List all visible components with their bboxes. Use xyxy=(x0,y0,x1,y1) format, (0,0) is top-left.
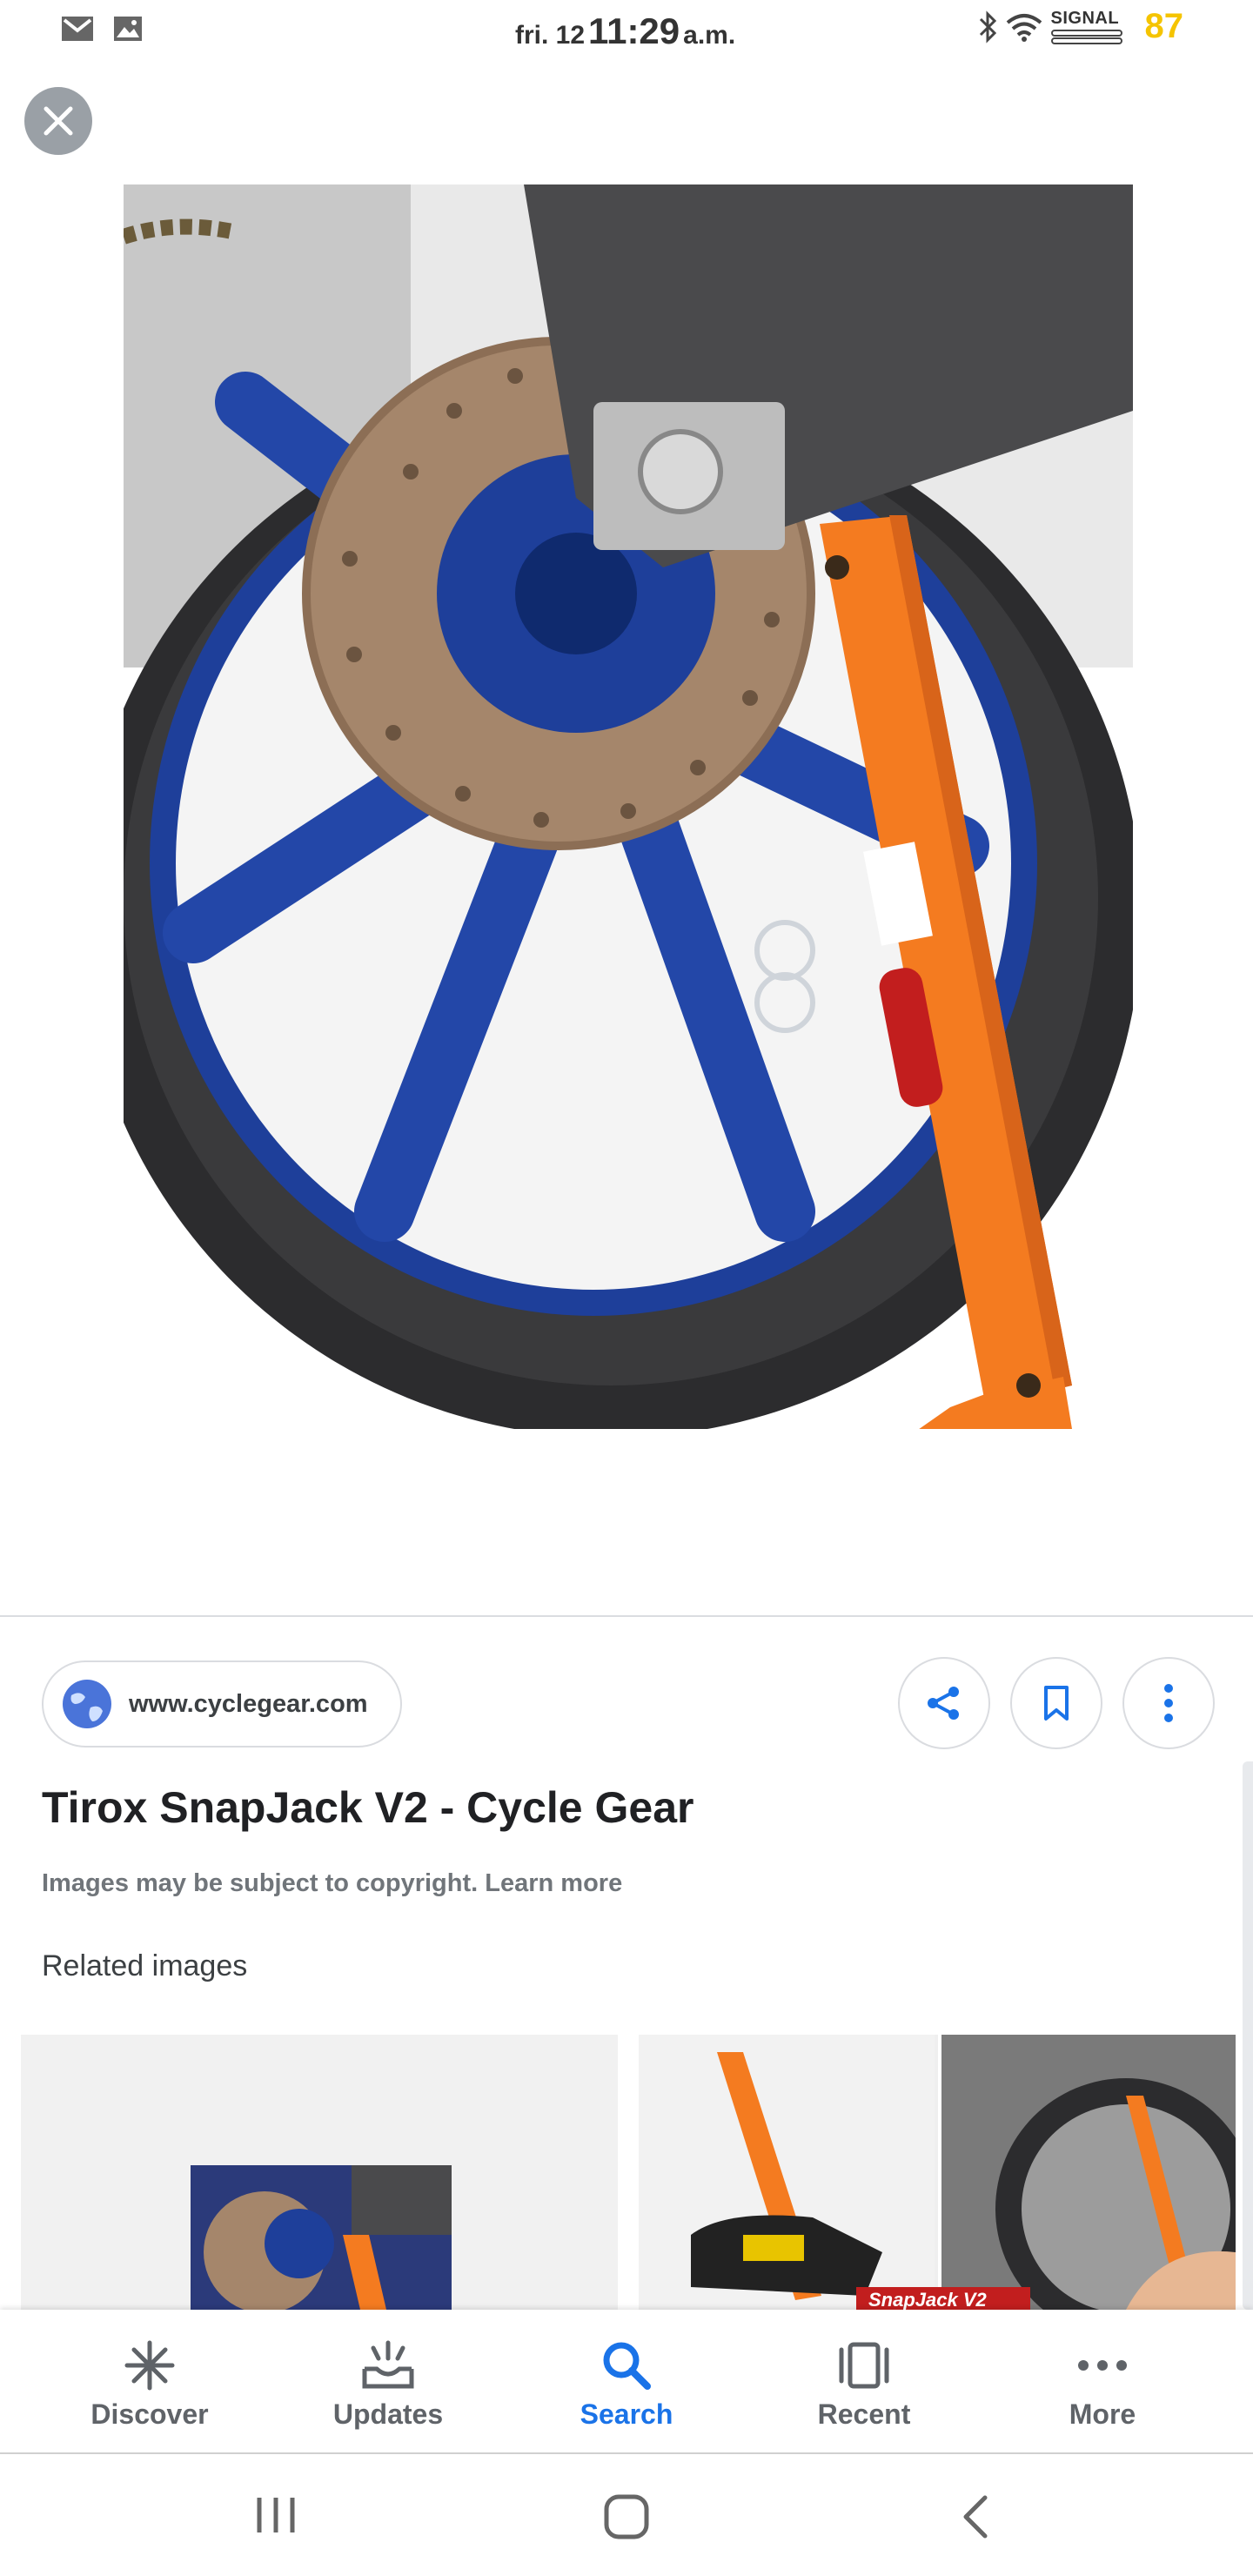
status-time: 11:29 xyxy=(588,10,680,51)
status-ampm: a.m. xyxy=(683,21,736,50)
more-horiz-icon xyxy=(1078,2360,1127,2371)
share-icon xyxy=(928,1687,959,1720)
notification-icons xyxy=(61,16,143,42)
home-icon[interactable] xyxy=(602,2492,651,2541)
bluetooth-icon xyxy=(979,10,996,44)
globe-icon xyxy=(63,1680,111,1728)
nav-updates[interactable]: Updates xyxy=(292,2310,484,2454)
more-vert-icon xyxy=(1164,1684,1173,1722)
nav-more[interactable]: More xyxy=(1007,2310,1198,2454)
nav-more-label: More xyxy=(1069,2398,1136,2430)
share-button[interactable] xyxy=(898,1657,990,1749)
related-image-2-picture: SnapJack V2 xyxy=(639,2035,1236,2310)
nav-search-label: Search xyxy=(580,2398,673,2430)
nav-search[interactable]: Search xyxy=(531,2310,722,2454)
signal-label: SIGNAL xyxy=(1050,9,1120,28)
nav-discover-label: Discover xyxy=(90,2398,209,2430)
system-status: SIGNAL 87 xyxy=(978,7,1184,46)
more-options-button[interactable] xyxy=(1122,1657,1215,1749)
search-icon xyxy=(603,2342,651,2390)
nav-updates-label: Updates xyxy=(332,2398,444,2430)
asterisk-icon xyxy=(124,2340,175,2391)
close-button[interactable] xyxy=(24,87,92,155)
status-bar: fri. 12 11:29 a.m. SIGNAL 87 xyxy=(0,0,1253,66)
copyright-notice: Images may be subject to copyright. Lear… xyxy=(42,1869,622,1898)
result-title[interactable]: Tirox SnapJack V2 - Cycle Gear xyxy=(42,1782,694,1833)
product-image[interactable] xyxy=(124,184,1133,1429)
gallery-icon xyxy=(114,17,142,41)
recents-icon[interactable] xyxy=(254,2492,298,2538)
nav-recent-label: Recent xyxy=(817,2398,911,2430)
related-images-heading: Related images xyxy=(42,1949,248,1982)
updates-tray-icon xyxy=(362,2340,414,2389)
gmail-icon xyxy=(62,17,93,41)
recent-cards-icon xyxy=(839,2342,889,2389)
related-image-2-caption: SnapJack V2 xyxy=(868,2289,988,2310)
save-button[interactable] xyxy=(1010,1657,1102,1749)
clock: fri. 12 11:29 a.m. xyxy=(515,10,735,52)
source-chip[interactable]: www.cyclegear.com xyxy=(42,1660,402,1748)
bottom-navigation: Discover Updates Search Recent More xyxy=(0,2310,1253,2454)
divider xyxy=(0,1615,1253,1617)
related-image-1[interactable] xyxy=(21,2035,618,2310)
nav-recent[interactable]: Recent xyxy=(768,2310,960,2454)
battery-level: 87 xyxy=(1144,7,1184,45)
related-image-1-picture xyxy=(191,2165,452,2310)
source-domain: www.cyclegear.com xyxy=(129,1689,368,1718)
system-navigation xyxy=(0,2454,1253,2576)
related-image-2[interactable]: SnapJack V2 xyxy=(639,2035,1236,2310)
scrollbar[interactable] xyxy=(1243,1761,1253,2310)
back-icon[interactable] xyxy=(957,2492,992,2541)
learn-more-link[interactable]: Learn more xyxy=(485,1869,622,1897)
bookmark-icon xyxy=(1044,1686,1069,1721)
close-icon xyxy=(44,106,73,136)
wifi-icon xyxy=(1006,13,1042,42)
status-day: fri. 12 xyxy=(515,21,586,50)
copyright-text: Images may be subject to copyright. xyxy=(42,1869,479,1897)
signal-icon: SIGNAL xyxy=(1050,9,1124,44)
nav-discover[interactable]: Discover xyxy=(54,2310,245,2454)
